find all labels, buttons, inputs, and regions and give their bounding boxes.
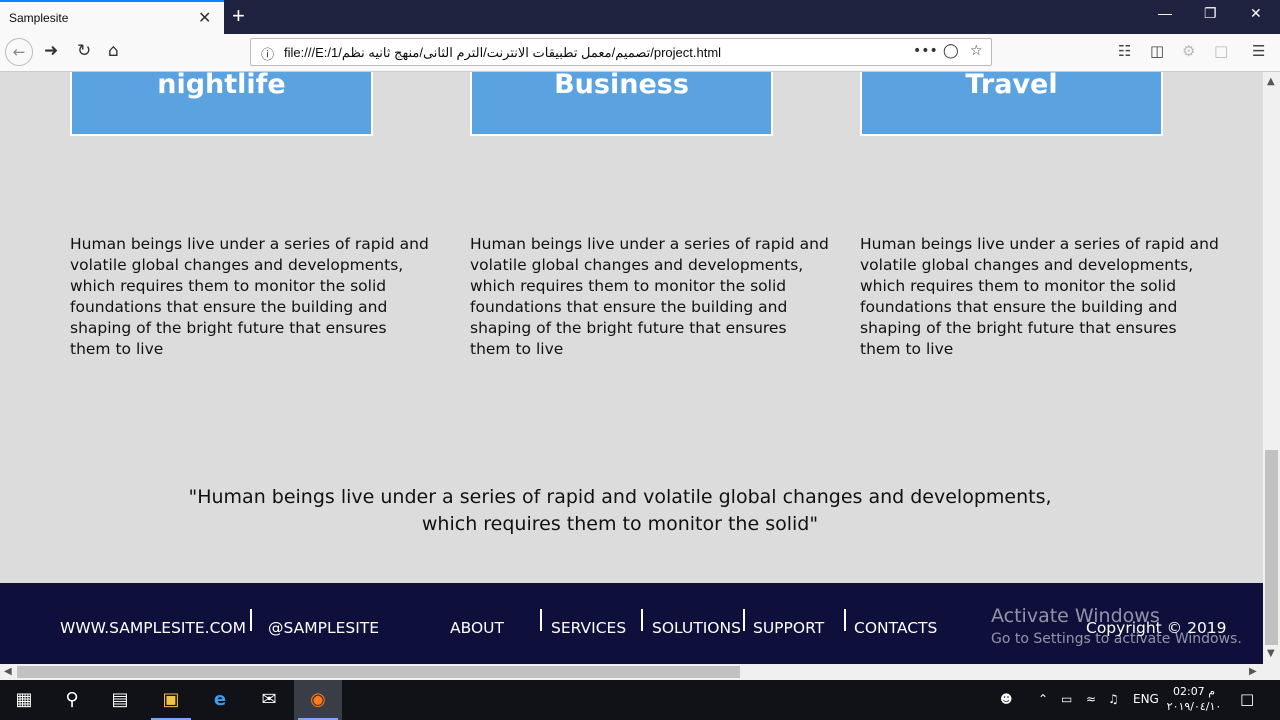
url-text[interactable]: file:///E:/1/تصميم/معمل تطبيقات الانترنت… [284, 45, 721, 61]
card-description: Human beings live under a series of rapi… [470, 235, 829, 358]
home-button[interactable]: ⌂ [108, 41, 119, 61]
sidebar-icon[interactable]: ◫ [1150, 42, 1164, 60]
scroll-up-arrow-icon[interactable]: ▲ [1267, 76, 1275, 87]
window-restore-button[interactable]: ❐ [1204, 5, 1217, 22]
footer-nav-contacts[interactable]: CONTACTS [854, 619, 937, 637]
window-close-button[interactable]: ✕ [1250, 5, 1262, 22]
card-nightlife: nightlife [70, 72, 373, 136]
vertical-scrollbar[interactable]: ▲ ▼ [1263, 72, 1280, 664]
clock-date: ٢٠١٩/٠٤/١٠ [1166, 700, 1222, 713]
card-title: Travel [965, 72, 1058, 100]
site-info-icon[interactable]: ⓘ [261, 44, 274, 63]
browser-nav-bar: ← ➜ ↻ ⌂ ⓘ file:///E:/1/تصميم/معمل تطبيقا… [0, 34, 1280, 72]
footer-website-link[interactable]: WWW.SAMPLESITE.COM [60, 619, 246, 637]
scrollbar-corner [1263, 664, 1280, 680]
url-bar[interactable]: ⓘ file:///E:/1/تصميم/معمل تطبيقات الانتر… [250, 38, 992, 66]
horizontal-scroll-thumb[interactable] [17, 666, 740, 678]
wifi-icon[interactable]: ≈ [1086, 692, 1096, 706]
file-explorer-icon[interactable]: ▣ [147, 680, 195, 720]
pocket-icon[interactable]: ◯ [943, 43, 959, 59]
search-icon[interactable]: ⚲ [48, 680, 96, 720]
footer-divider [743, 609, 745, 631]
scroll-right-arrow-icon[interactable]: ▶ [1249, 666, 1257, 677]
card-business: Business [470, 72, 773, 136]
action-center-notification-icon[interactable]: □ [1240, 690, 1254, 708]
card-description: Human beings live under a series of rapi… [70, 235, 429, 358]
battery-icon[interactable]: ▭ [1061, 692, 1072, 706]
footer-divider [540, 609, 542, 631]
scroll-down-arrow-icon[interactable]: ▼ [1267, 648, 1275, 659]
tab-close-icon[interactable]: ✕ [198, 8, 211, 27]
clock-time: 02:07 م [1172, 685, 1215, 698]
scroll-left-arrow-icon[interactable]: ◀ [4, 666, 12, 677]
activate-windows-subtitle: Go to Settings to activate Windows. [991, 631, 1242, 647]
footer-nav-services[interactable]: SERVICES [551, 619, 626, 637]
card-travel: Travel [860, 72, 1163, 136]
card-description: Human beings live under a series of rapi… [860, 235, 1219, 358]
footer-divider [844, 609, 846, 631]
tab-title: Samplesite [9, 11, 69, 25]
footer-handle-link[interactable]: @SAMPLESITE [268, 619, 379, 637]
page-actions-button[interactable]: ••• [913, 43, 938, 59]
firefox-icon[interactable]: ◉ [294, 680, 342, 720]
new-tab-button[interactable]: + [232, 3, 245, 29]
browser-tab-bar: Samplesite ✕ + — ❐ ✕ [0, 0, 1280, 34]
footer-nav-support[interactable]: SUPPORT [753, 619, 824, 637]
forward-button[interactable]: ➜ [44, 41, 58, 61]
page-viewport: nightlife Business Travel Human beings l… [0, 72, 1263, 664]
browser-tab-active[interactable]: Samplesite ✕ [0, 0, 224, 34]
library-icon[interactable]: ☷ [1118, 42, 1131, 60]
language-indicator[interactable]: ENG [1133, 692, 1159, 706]
window-minimize-button[interactable]: — [1158, 5, 1172, 21]
back-button[interactable]: ← [5, 38, 33, 66]
volume-icon[interactable]: ♫ [1108, 692, 1119, 706]
edge-browser-icon[interactable]: e [196, 680, 244, 720]
quote-text: "Human beings live under a series of rap… [188, 486, 1052, 535]
menu-hamburger-icon[interactable]: ☰ [1252, 42, 1265, 60]
mail-icon[interactable]: ✉ [245, 680, 293, 720]
card-title: nightlife [157, 72, 286, 100]
bookmark-star-icon[interactable]: ☆ [970, 43, 983, 59]
footer-divider [250, 609, 252, 631]
show-hidden-icons-chevron-icon[interactable]: ⌃ [1038, 692, 1048, 706]
windows-start-icon[interactable]: ▦ [0, 680, 48, 720]
reload-button[interactable]: ↻ [77, 41, 91, 61]
system-clock[interactable]: 02:07 م ٢٠١٩/٠٤/١٠ [1166, 684, 1222, 714]
activate-windows-title: Activate Windows [991, 605, 1160, 627]
footer-divider [641, 609, 643, 631]
site-footer: WWW.SAMPLESITE.COM @SAMPLESITE ABOUT SER… [0, 583, 1263, 664]
task-view-icon[interactable]: ▤ [96, 680, 144, 720]
card-title: Business [554, 72, 689, 100]
extension-icon[interactable]: ⚙ [1182, 42, 1195, 60]
windows-taskbar: ▦ ⚲ ▤ ▣ e ✉ ◉ ☻ ⌃ ▭ ≈ ♫ ENG 02:07 م ٢٠١٩… [0, 680, 1280, 720]
footer-nav-about[interactable]: ABOUT [450, 619, 504, 637]
horizontal-scrollbar[interactable]: ◀ ▶ [0, 664, 1263, 680]
lock-addon-icon[interactable]: □ [1214, 42, 1228, 60]
footer-nav-solutions[interactable]: SOLUTIONS [652, 619, 741, 637]
people-icon[interactable]: ☻ [1000, 692, 1013, 706]
vertical-scroll-thumb[interactable] [1265, 450, 1278, 645]
